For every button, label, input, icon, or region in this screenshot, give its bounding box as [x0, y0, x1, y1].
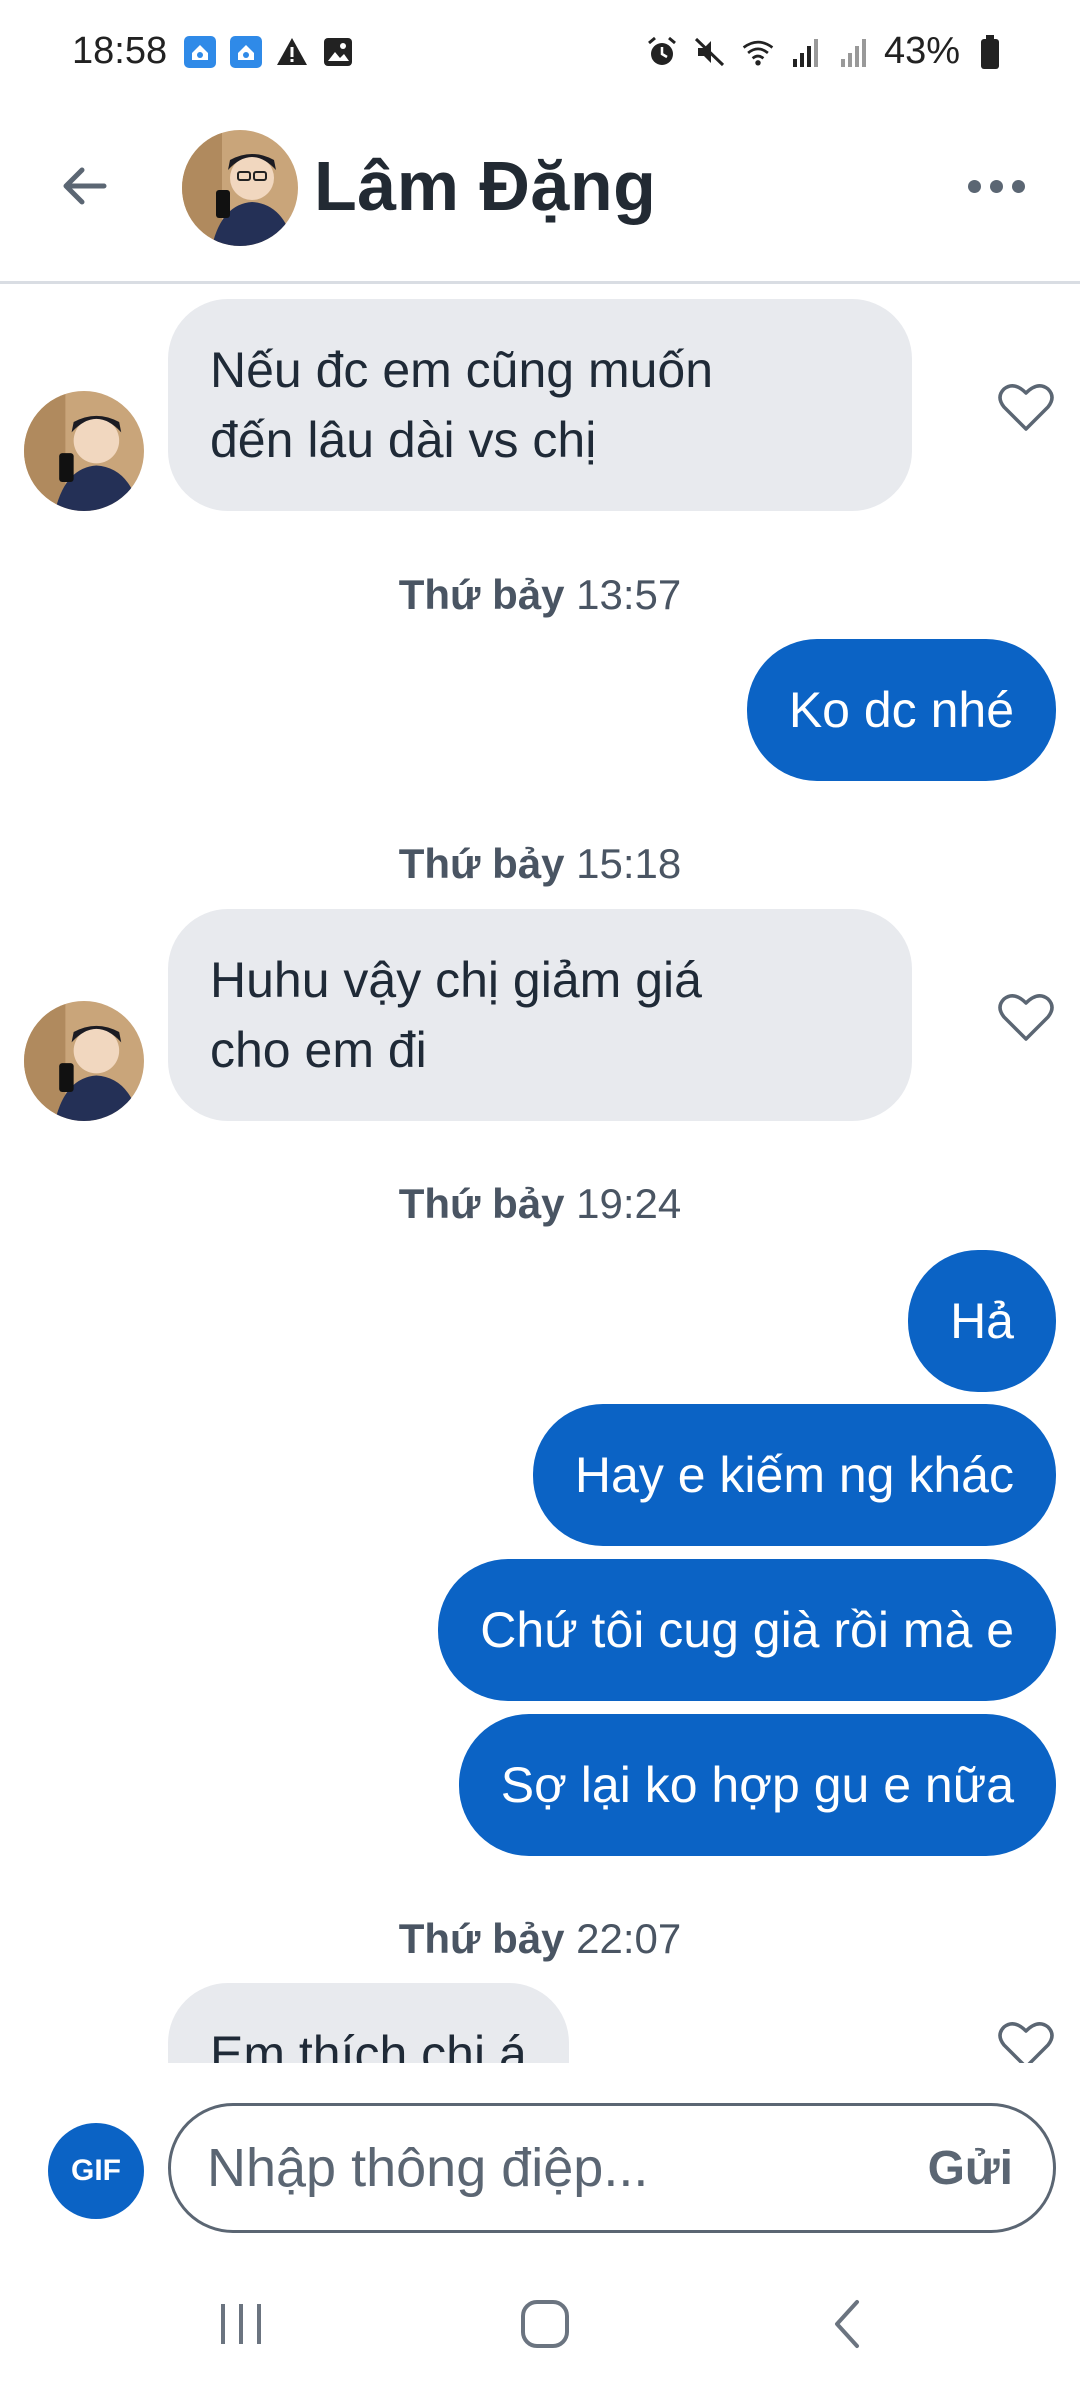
warning-icon: [274, 34, 310, 70]
message-timestamp: Thứ bảy 13:57: [398, 571, 682, 618]
image-icon: [320, 34, 356, 70]
signal-icon: [836, 34, 872, 70]
outgoing-message[interactable]: Sợ lại ko hợp gu e nữa: [458, 1714, 1056, 1856]
heart-icon[interactable]: [996, 2015, 1056, 2063]
home-cloud-icon: [182, 34, 218, 70]
gif-button[interactable]: GIF: [48, 2123, 144, 2219]
mute-icon: [692, 34, 728, 70]
message-line: Huhu vậy chị giảm giá: [210, 952, 702, 1008]
status-bar: 18:58 43%: [0, 0, 1080, 110]
incoming-message[interactable]: Nếu đc em cũng muốn đến lâu dài vs chị: [168, 299, 912, 511]
outgoing-message[interactable]: Ko dc nhé: [746, 639, 1056, 781]
heart-icon[interactable]: [996, 377, 1056, 437]
alarm-icon: [644, 34, 680, 70]
incoming-message[interactable]: Huhu vậy chị giảm giá cho em đi: [168, 909, 912, 1121]
recent-apps-icon: [221, 2304, 261, 2344]
message-line: Nếu đc em cũng muốn: [210, 342, 714, 398]
battery-icon: [972, 34, 1008, 70]
dot-icon: [989, 179, 1003, 193]
home-cloud-icon: [228, 34, 264, 70]
send-button[interactable]: Gửi: [928, 2141, 1013, 2196]
message-composer: GIF Nhập thông điệp... Gửi: [0, 2063, 1080, 2243]
recent-apps-button[interactable]: [196, 2279, 286, 2369]
dot-icon: [967, 179, 981, 193]
chat-header: Lâm Đặng: [0, 110, 1080, 284]
message-timestamp: Thứ bảy 19:24: [398, 1180, 682, 1227]
signal-icon: [788, 34, 824, 70]
dot-icon: [1011, 179, 1025, 193]
message-timestamp: Thứ bảy 22:07: [398, 1915, 682, 1962]
notification-icons: [182, 34, 356, 70]
message-line: đến lâu dài vs chị: [210, 412, 597, 468]
status-right: 43%: [644, 30, 1008, 73]
system-nav-bar: [0, 2243, 1080, 2400]
back-arrow-icon: [63, 167, 107, 205]
more-options-button[interactable]: [956, 158, 1036, 214]
sender-avatar[interactable]: [24, 391, 144, 511]
sender-avatar[interactable]: [24, 1001, 144, 1121]
contact-avatar[interactable]: [182, 130, 298, 246]
outgoing-message[interactable]: Chứ tôi cug già rồi mà e: [438, 1559, 1056, 1701]
home-button[interactable]: [500, 2279, 590, 2369]
back-nav-button[interactable]: [804, 2279, 894, 2369]
wifi-icon: [740, 34, 776, 70]
battery-percent: 43%: [883, 30, 960, 72]
heart-icon[interactable]: [996, 987, 1056, 1047]
message-line: cho em đi: [210, 1022, 427, 1078]
message-list[interactable]: Nếu đc em cũng muốn đến lâu dài vs chị T…: [0, 287, 1080, 2063]
contact-name[interactable]: Lâm Đặng: [314, 146, 656, 226]
outgoing-message[interactable]: Hả: [908, 1250, 1056, 1392]
home-icon: [521, 2300, 569, 2348]
input-placeholder[interactable]: Nhập thông điệp...: [207, 2137, 928, 2199]
status-time: 18:58: [72, 30, 168, 72]
back-button[interactable]: [48, 150, 120, 222]
incoming-message[interactable]: Em thích chị á: [168, 1983, 569, 2063]
back-chevron-icon: [835, 2300, 859, 2348]
message-timestamp: Thứ bảy 15:18: [398, 840, 682, 887]
message-input[interactable]: Nhập thông điệp... Gửi: [168, 2103, 1056, 2233]
outgoing-message[interactable]: Hay e kiếm ng khác: [532, 1404, 1056, 1546]
